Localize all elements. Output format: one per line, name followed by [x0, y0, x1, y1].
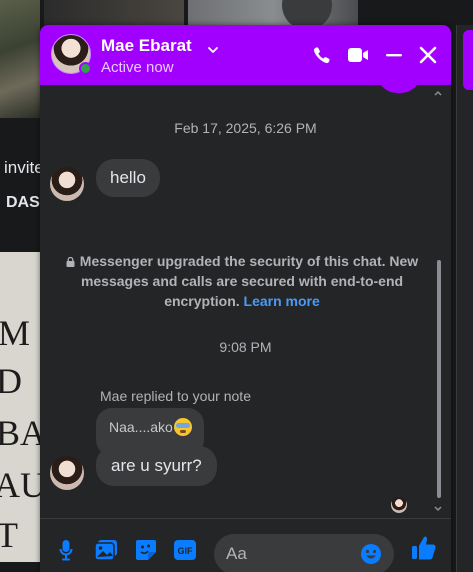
contact-avatar[interactable] [51, 34, 92, 75]
lock-icon [66, 257, 75, 267]
sender-avatar[interactable] [50, 456, 84, 490]
emoji-icon[interactable] [360, 543, 382, 565]
video-icon [348, 48, 368, 62]
message-bubble[interactable]: are u syurr? [96, 446, 217, 486]
message-input[interactable] [226, 542, 356, 566]
adjacent-chat-header[interactable] [463, 30, 473, 90]
online-status-dot [79, 62, 92, 75]
like-button[interactable] [410, 534, 438, 562]
card-letter: T [0, 515, 18, 555]
message-input-box[interactable] [214, 534, 394, 572]
svg-text:GIF: GIF [178, 546, 194, 556]
sender-avatar[interactable] [50, 167, 84, 201]
reply-context-label: Mae replied to your note [100, 388, 251, 404]
image-icon [94, 540, 117, 561]
card-letter: BA [0, 413, 40, 453]
phone-icon [313, 47, 330, 64]
feed-text: invite [4, 158, 44, 177]
adjacent-chat-window[interactable] [456, 25, 473, 572]
voice-call-button[interactable] [308, 41, 336, 69]
timestamp: 9:08 PM [219, 339, 272, 355]
card-letter: D [0, 361, 22, 401]
feed-photo[interactable] [0, 0, 40, 118]
feed-post-image[interactable]: M D BA AU T [0, 252, 40, 562]
scroll-down-arrow-icon[interactable] [433, 505, 443, 513]
chevron-down-icon[interactable] [206, 43, 220, 57]
encryption-notice: Messenger upgraded the security of this … [62, 251, 422, 311]
contact-status: Active now [101, 59, 174, 76]
quoted-note-text: Naa....ako [109, 419, 173, 435]
seen-receipt-avatar [391, 497, 407, 513]
video-call-button[interactable] [344, 41, 372, 69]
scroll-up-arrow-icon[interactable] [433, 89, 443, 97]
message-bubble[interactable]: hello [96, 159, 160, 197]
close-button[interactable] [414, 41, 442, 69]
minimize-icon [386, 54, 402, 57]
minimize-button[interactable] [380, 41, 408, 69]
contact-name[interactable]: Mae Ebarat [101, 36, 192, 56]
card-letter: AU [0, 465, 40, 505]
voice-clip-button[interactable] [54, 538, 78, 562]
scrollbar-thumb[interactable] [437, 260, 441, 498]
message-composer: GIF [40, 518, 451, 572]
chat-window: Mae Ebarat Active now Feb 17, 2025, 6:26… [40, 25, 451, 572]
sticker-icon [136, 540, 156, 560]
thumbs-up-icon [412, 536, 436, 560]
attach-image-button[interactable] [94, 538, 118, 562]
gif-icon: GIF [174, 540, 196, 560]
emoji-face-icon [173, 418, 192, 436]
learn-more-link[interactable]: Learn more [244, 293, 320, 309]
timestamp: Feb 17, 2025, 6:26 PM [174, 120, 317, 136]
microphone-icon [59, 540, 73, 561]
gif-button[interactable]: GIF [173, 538, 197, 562]
card-letter: M [0, 313, 31, 353]
screen: invite DAS M D BA AU T Mae Ebarat Active… [0, 0, 473, 572]
sticker-button[interactable] [134, 538, 158, 562]
feed-text-bold: DAS [6, 194, 40, 211]
close-icon [419, 46, 437, 64]
